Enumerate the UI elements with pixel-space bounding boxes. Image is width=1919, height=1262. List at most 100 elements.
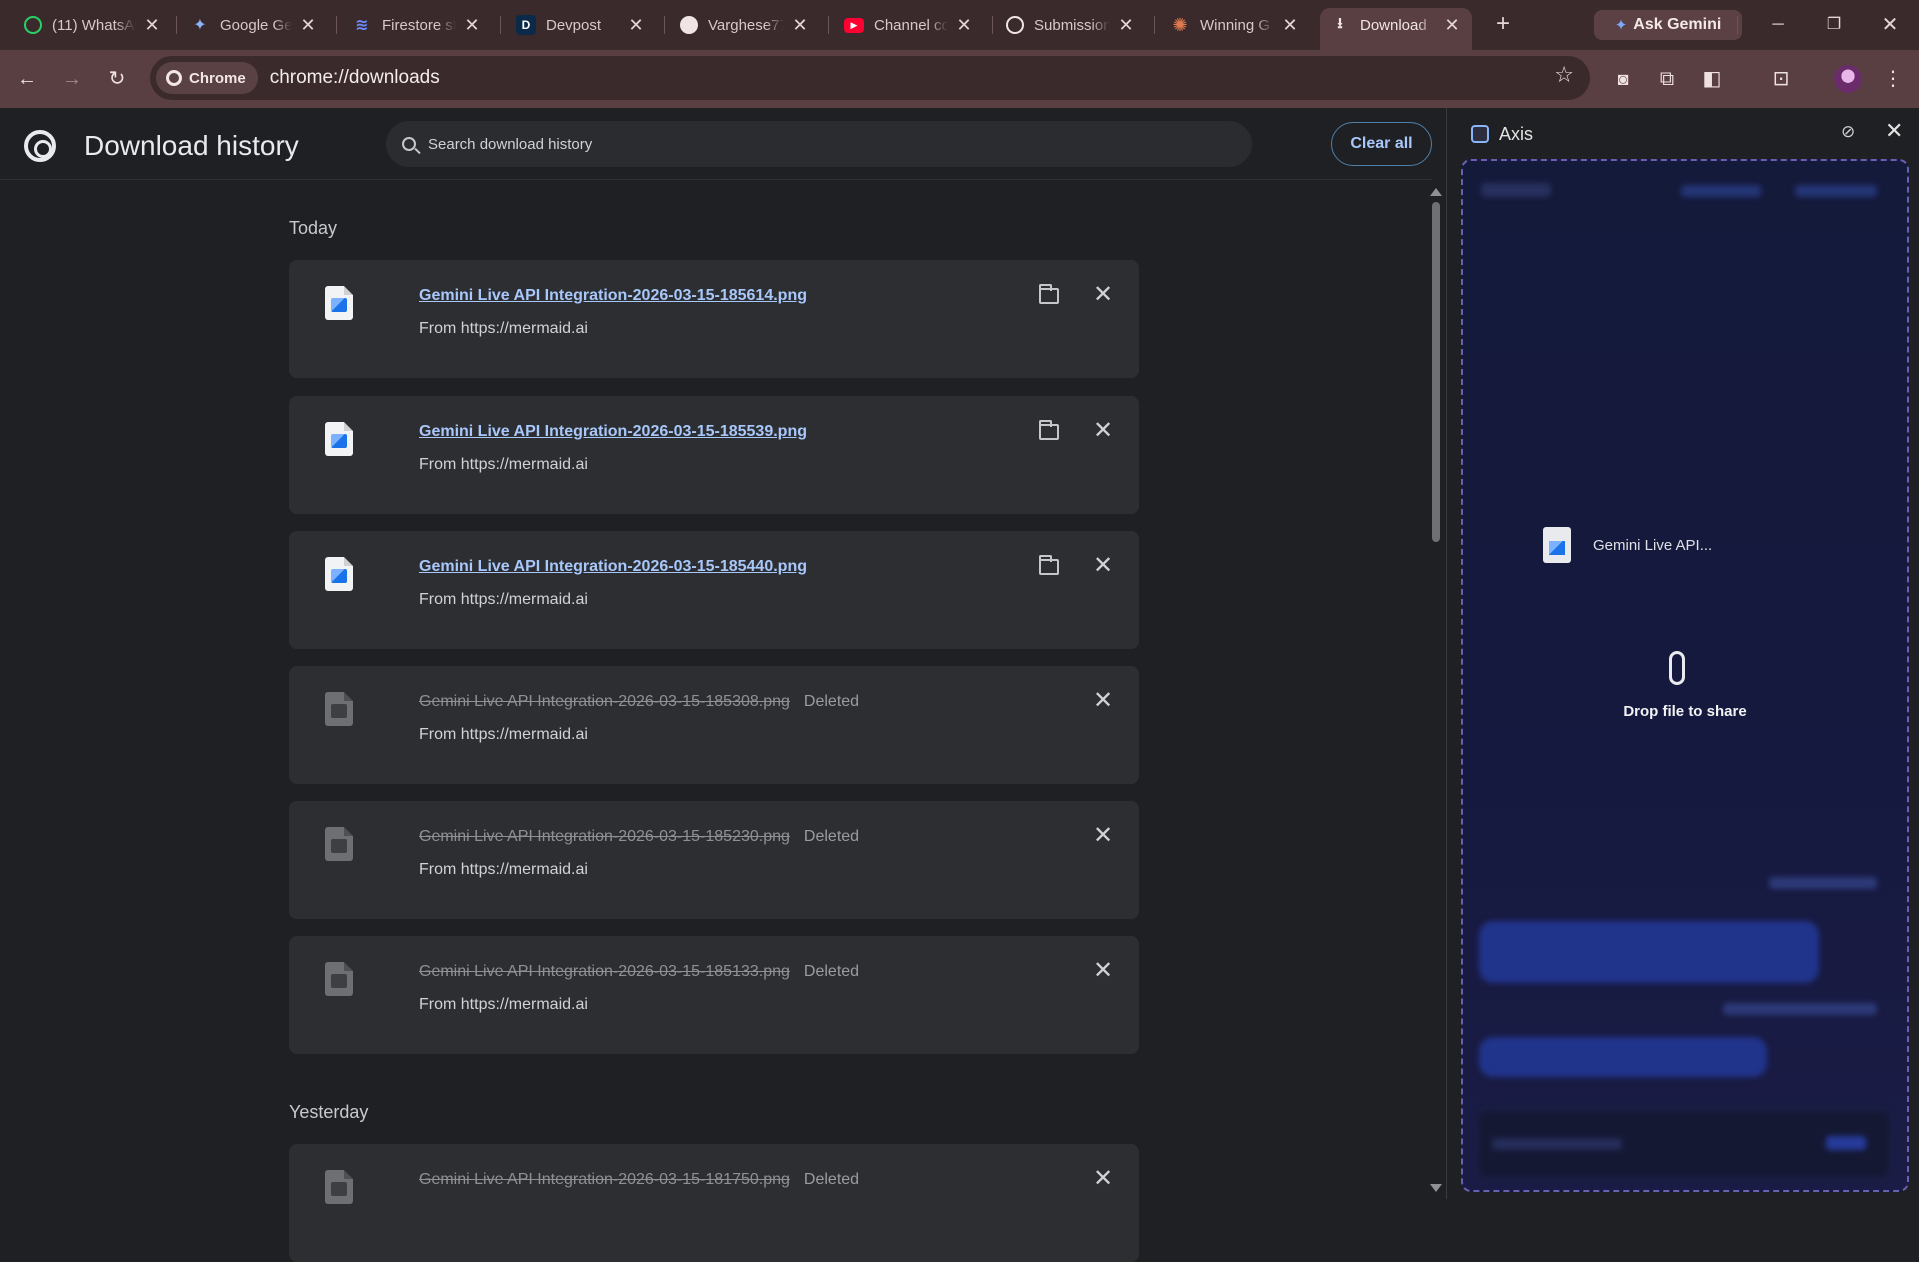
remove-item-button[interactable]: ✕ (1090, 551, 1116, 581)
download-filename[interactable]: Gemini Live API Integration-2026-03-15-1… (419, 558, 807, 576)
paperclip-icon (1669, 651, 1685, 685)
tab-devpost[interactable]: D Devpost ✕ (506, 8, 656, 42)
tab-title: Submission (1034, 16, 1110, 34)
tab-winning[interactable]: ✺ Winning G ✕ (1160, 8, 1310, 42)
download-filename: Gemini Live API Integration-2026-03-15-1… (419, 963, 860, 980)
search-box[interactable] (386, 121, 1252, 167)
tab-separator (500, 16, 501, 34)
tab-github[interactable]: Varghese77 ✕ (670, 8, 820, 42)
downloads-page: Download history Clear all Today Gemini … (0, 108, 1442, 1262)
section-label-yesterday: Yesterday (289, 1102, 369, 1122)
remove-item-button[interactable]: ✕ (1090, 1164, 1116, 1194)
section-label-today: Today (289, 218, 338, 238)
scrollbar-thumb[interactable] (1432, 202, 1440, 542)
tab-title: Download (1360, 16, 1427, 34)
close-icon[interactable]: ✕ (142, 15, 162, 36)
tab-title: Google Gemini (220, 16, 292, 34)
tab-downloads[interactable]: ⭳ Download ✕ (1320, 8, 1472, 50)
youtube-icon: ▶ (844, 17, 864, 33)
scrollbar[interactable] (1429, 184, 1442, 1199)
download-item-deleted: Gemini Live API Integration-2026-03-15-1… (289, 936, 1139, 1054)
site-chip[interactable]: Chrome (156, 62, 258, 94)
scroll-down-arrow[interactable] (1430, 1184, 1442, 1192)
remove-item-button[interactable]: ✕ (1090, 686, 1116, 716)
download-filename: Gemini Live API Integration-2026-03-15-1… (419, 828, 860, 845)
bookmark-star-icon[interactable]: ☆ (1554, 62, 1574, 88)
axis-icon (1471, 125, 1489, 143)
address-bar[interactable]: Chrome chrome://downloads ☆ (150, 56, 1590, 100)
close-icon[interactable]: ✕ (1280, 15, 1300, 36)
tab-youtube[interactable]: ▶ Channel co ✕ (834, 8, 984, 42)
remove-item-button[interactable]: ✕ (1090, 280, 1116, 310)
tab-firestore[interactable]: ≋ Firestore st ✕ (342, 8, 492, 42)
remove-item-button[interactable]: ✕ (1090, 416, 1116, 446)
close-icon[interactable]: ✕ (462, 15, 482, 36)
reload-button[interactable]: ↻ (101, 63, 133, 95)
tab-whatsapp[interactable]: (11) WhatsApp ✕ (14, 8, 172, 42)
menu-icon[interactable]: ⋮ (1877, 63, 1909, 95)
image-file-icon (325, 286, 353, 320)
restore-button[interactable]: ❐ (1806, 8, 1862, 42)
tab-submission[interactable]: Submission ✕ (996, 8, 1146, 42)
download-item: Gemini Live API Integration-2026-03-15-1… (289, 260, 1139, 378)
close-window-button[interactable]: ✕ (1862, 8, 1918, 42)
tab-separator (664, 16, 665, 34)
deleted-status: Deleted (803, 693, 860, 710)
tab-search-icon[interactable]: ⊡ (1765, 63, 1797, 95)
search-input[interactable] (428, 135, 1028, 153)
image-file-icon (325, 557, 353, 591)
profile-avatar[interactable] (1834, 65, 1862, 93)
close-side-panel-icon[interactable]: ✕ (1885, 118, 1903, 144)
close-icon[interactable]: ✕ (298, 15, 318, 36)
tab-title: Firestore st (382, 16, 456, 34)
axis-extension-icon[interactable]: ◙ (1607, 63, 1639, 95)
gemini-icon: ✦ (193, 17, 207, 34)
download-source: From https://mermaid.ai (419, 726, 588, 743)
clear-all-button[interactable]: Clear all (1331, 122, 1432, 166)
forward-button[interactable]: → (56, 63, 88, 95)
site-chip-label: Chrome (189, 69, 246, 87)
download-source: From https://mermaid.ai (419, 861, 588, 878)
tab-separator (828, 16, 829, 34)
deleted-status: Deleted (803, 1171, 860, 1188)
image-file-icon (325, 962, 353, 996)
minimize-button[interactable]: ─ (1750, 8, 1806, 42)
tab-gemini[interactable]: ✦ Google Gemini ✕ (180, 8, 328, 42)
chrome-logo-icon (24, 130, 56, 162)
download-item: Gemini Live API Integration-2026-03-15-1… (289, 531, 1139, 649)
whatsapp-icon (24, 16, 42, 34)
deleted-status: Deleted (803, 963, 860, 980)
download-source: From https://mermaid.ai (419, 591, 588, 608)
chrome-icon (166, 70, 182, 86)
show-in-folder-icon[interactable] (1039, 555, 1059, 575)
remove-item-button[interactable]: ✕ (1090, 956, 1116, 986)
claude-icon: ✺ (1172, 14, 1188, 35)
tab-strip: (11) WhatsApp ✕ ✦ Google Gemini ✕ ≋ Fire… (0, 0, 1919, 50)
unpin-icon[interactable]: ⊘ (1841, 122, 1855, 142)
show-in-folder-icon[interactable] (1039, 420, 1059, 440)
drop-zone[interactable]: Gemini Live API... Drop file to share (1461, 159, 1909, 1192)
close-icon[interactable]: ✕ (1442, 15, 1462, 36)
downloads-header: Download history Clear all (0, 108, 1432, 180)
url-text[interactable]: chrome://downloads (270, 67, 440, 89)
remove-item-button[interactable]: ✕ (1090, 821, 1116, 851)
tab-separator (1154, 16, 1155, 34)
back-button[interactable]: ← (11, 63, 43, 95)
side-panel-icon[interactable]: ◧ (1696, 63, 1728, 95)
drop-label: Drop file to share (1623, 703, 1747, 720)
extensions-icon[interactable]: ⧉ (1651, 63, 1683, 95)
close-icon[interactable]: ✕ (790, 15, 810, 36)
tab-title: Devpost (546, 16, 602, 34)
ask-gemini-button[interactable]: ✦ Ask Gemini (1594, 10, 1742, 40)
new-tab-button[interactable]: + (1488, 10, 1518, 40)
tab-separator (176, 16, 177, 34)
download-filename[interactable]: Gemini Live API Integration-2026-03-15-1… (419, 423, 807, 441)
scroll-up-arrow[interactable] (1430, 188, 1442, 196)
download-filename[interactable]: Gemini Live API Integration-2026-03-15-1… (419, 287, 807, 305)
message-composer[interactable] (1477, 1109, 1891, 1179)
close-icon[interactable]: ✕ (626, 15, 646, 36)
search-icon (402, 137, 416, 151)
show-in-folder-icon[interactable] (1039, 284, 1059, 304)
close-icon[interactable]: ✕ (954, 15, 974, 36)
close-icon[interactable]: ✕ (1116, 15, 1136, 36)
